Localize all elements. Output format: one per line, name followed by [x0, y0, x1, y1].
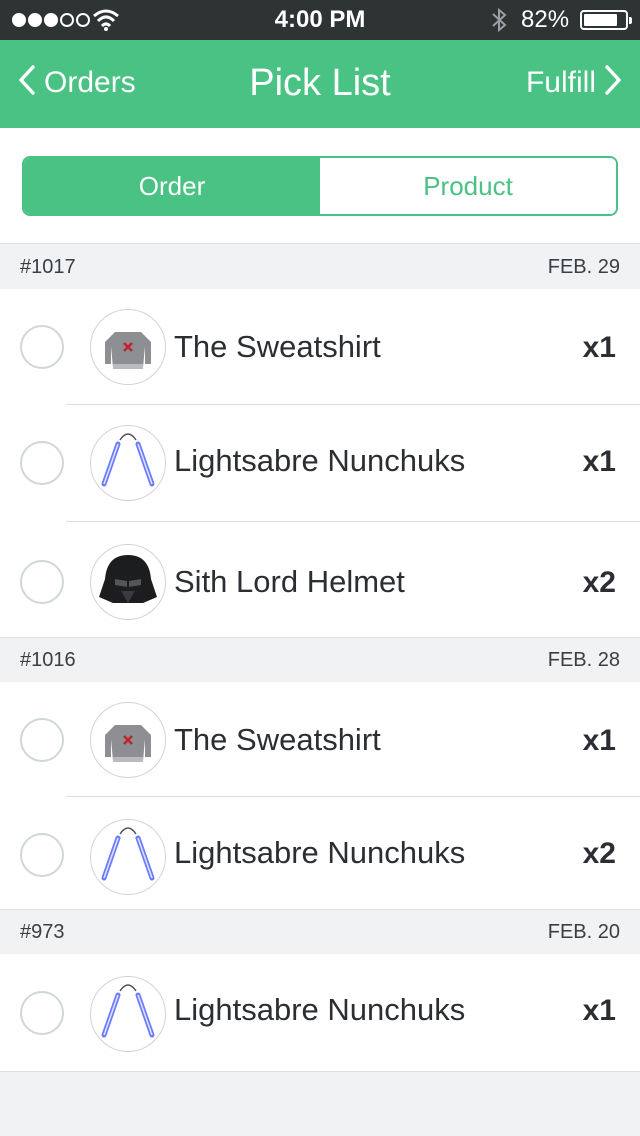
product-name: Sith Lord Helmet: [174, 564, 405, 599]
product-name: The Sweatshirt: [174, 329, 381, 364]
sweatshirt-icon: [90, 702, 166, 778]
order-number: #1016: [20, 649, 76, 671]
order-section-header: #1017 FEB. 29: [0, 245, 640, 289]
view-segmented-control: Order Product: [22, 156, 618, 216]
navigation-bar: Orders Pick List Fulfill: [0, 40, 640, 128]
sweatshirt-icon: [90, 309, 166, 385]
order-date: FEB. 28: [547, 649, 620, 671]
pick-checkbox[interactable]: [20, 991, 64, 1035]
product-name: Lightsabre Nunchuks: [174, 992, 466, 1027]
helmet-icon: [90, 544, 166, 620]
order-number: #973: [20, 921, 65, 943]
pick-checkbox[interactable]: [20, 325, 64, 369]
order-section-header: #1016 FEB. 28: [0, 638, 640, 682]
product-quantity: x1: [582, 331, 616, 364]
chevron-right-icon: [604, 64, 622, 101]
order-date: FEB. 20: [547, 921, 620, 943]
product-quantity: x1: [582, 445, 616, 478]
product-quantity: x2: [582, 566, 616, 599]
battery-percent: 82%: [521, 6, 570, 33]
list-item[interactable]: Lightsabre Nunchuks x1: [0, 405, 640, 522]
pick-checkbox[interactable]: [20, 718, 64, 762]
order-date: FEB. 29: [547, 256, 620, 278]
product-quantity: x1: [582, 994, 616, 1027]
nunchuks-icon: [90, 819, 166, 895]
list-item[interactable]: The Sweatshirt x1: [0, 682, 640, 797]
status-bar: 4:00 PM 82%: [0, 0, 640, 40]
nunchuks-icon: [90, 976, 166, 1052]
fulfill-button[interactable]: Fulfill: [526, 64, 622, 101]
pick-checkbox[interactable]: [20, 560, 64, 604]
segment-container: Order Product: [0, 128, 640, 244]
segment-product[interactable]: Product: [320, 158, 616, 214]
pick-checkbox[interactable]: [20, 441, 64, 485]
list-item[interactable]: Lightsabre Nunchuks x1: [0, 954, 640, 1072]
segment-order[interactable]: Order: [24, 158, 320, 214]
product-name: Lightsabre Nunchuks: [174, 835, 466, 870]
battery-fill: [584, 14, 617, 26]
fulfill-button-label: Fulfill: [525, 65, 596, 99]
product-name: Lightsabre Nunchuks: [174, 443, 466, 478]
list-item[interactable]: Sith Lord Helmet x2: [0, 522, 640, 638]
product-quantity: x2: [582, 837, 616, 870]
pick-checkbox[interactable]: [20, 833, 64, 877]
bluetooth-icon: [490, 7, 508, 38]
order-section-header: #973 FEB. 20: [0, 910, 640, 954]
row-divider: [0, 1071, 640, 1072]
battery-icon: [580, 10, 632, 30]
list-item[interactable]: The Sweatshirt x1: [0, 289, 640, 405]
nunchuks-icon: [90, 425, 166, 501]
list-item[interactable]: Lightsabre Nunchuks x2: [0, 797, 640, 910]
battery-nub: [629, 17, 632, 24]
product-quantity: x1: [582, 724, 616, 757]
order-number: #1017: [20, 256, 76, 278]
product-name: The Sweatshirt: [174, 722, 381, 757]
